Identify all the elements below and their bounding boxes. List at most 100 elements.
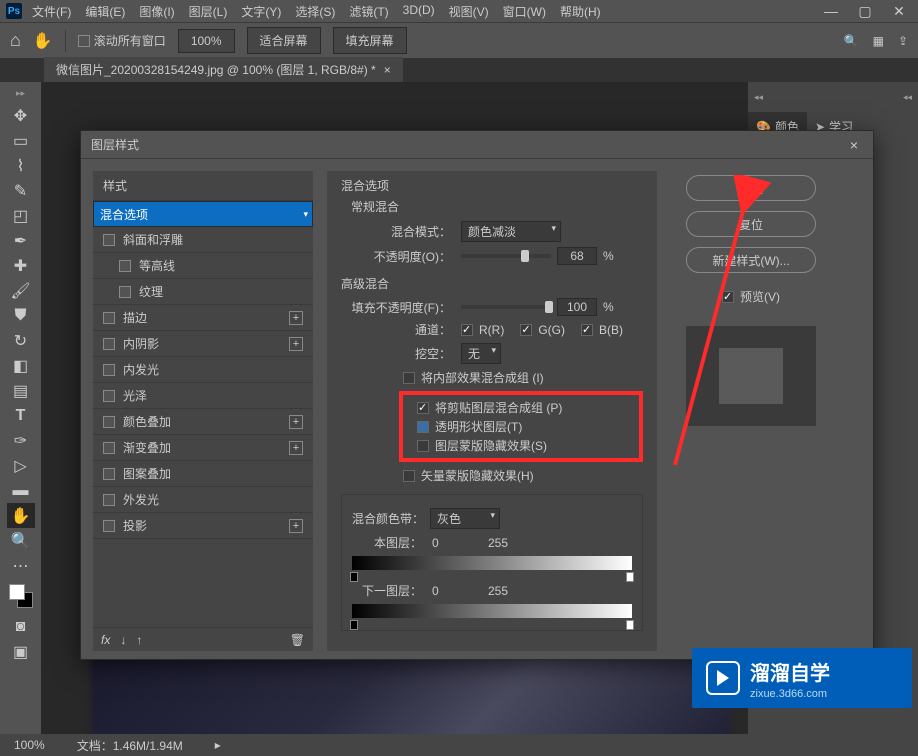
path-select-tool[interactable]: ▷ [7,453,35,478]
style-inner-shadow[interactable]: 内阴影+ [93,331,313,357]
fx-icon[interactable]: fx [101,633,110,647]
search-icon[interactable]: 🔍 [844,34,859,48]
style-drop-shadow[interactable]: 投影+ [93,513,313,539]
screen-mode[interactable]: ▣ [7,639,35,664]
home-icon[interactable]: ⌂ [10,30,21,51]
hand-tool-icon[interactable]: ✋ [33,31,53,51]
preview-check[interactable] [722,291,734,303]
style-outer-glow[interactable]: 外发光 [93,487,313,513]
quick-select-tool[interactable]: ✎ [7,178,35,203]
history-brush-tool[interactable]: ↻ [7,328,35,353]
scroll-all-check[interactable]: 滚动所有窗口 [78,32,166,49]
fill-opacity-input[interactable]: 100 [557,298,597,316]
menu-image[interactable]: 图像(I) [139,3,174,20]
menu-select[interactable]: 选择(S) [295,3,335,20]
gradient-tool[interactable]: ▤ [7,378,35,403]
zoom-level[interactable]: 100% [178,29,235,53]
healing-tool[interactable]: ✚ [7,253,35,278]
blend-interior-check[interactable] [403,372,415,384]
menu-window[interactable]: 窗口(W) [503,3,546,20]
style-bevel[interactable]: 斜面和浮雕 [93,227,313,253]
blend-mode-select[interactable]: 颜色减淡 [461,221,561,242]
arrow-up-icon[interactable]: ↑ [136,633,142,647]
status-more-icon[interactable]: ▸ [215,738,221,752]
add-icon[interactable]: + [289,311,303,325]
maximize-icon[interactable]: ▢ [858,4,872,18]
menu-layer[interactable]: 图层(L) [189,3,228,20]
eraser-tool[interactable]: ◧ [7,353,35,378]
close-icon[interactable]: ✕ [892,4,906,18]
style-stroke[interactable]: 描边+ [93,305,313,331]
document-tab[interactable]: 微信图片_20200328154249.jpg @ 100% (图层 1, RG… [44,57,403,82]
styles-header: 样式 [93,171,313,201]
arrow-down-icon[interactable]: ↓ [120,633,126,647]
lasso-tool[interactable]: ⌇ [7,153,35,178]
share-icon[interactable]: ⇪ [898,34,908,48]
trash-icon[interactable]: 🗑 [290,633,305,647]
this-layer-ramp[interactable] [352,556,632,570]
channel-b-check[interactable] [581,324,593,336]
marquee-tool[interactable]: ▭ [7,128,35,153]
quick-mask[interactable]: ◙ [7,614,35,639]
style-blending-options[interactable]: 混合选项 [93,201,313,227]
pen-tool[interactable]: ✑ [7,428,35,453]
menu-3d[interactable]: 3D(D) [403,3,435,20]
panel-collapse-icon[interactable]: ◂◂ [754,92,763,103]
brush-tool[interactable]: 🖌 [7,278,35,303]
style-inner-glow[interactable]: 内发光 [93,357,313,383]
knockout-select[interactable]: 无 [461,343,501,364]
channel-g-check[interactable] [520,324,532,336]
add-icon[interactable]: + [289,415,303,429]
zoom-tool[interactable]: 🔍 [7,528,35,553]
color-swatches[interactable] [9,584,33,608]
tab-bar: 微信图片_20200328154249.jpg @ 100% (图层 1, RG… [0,58,918,82]
style-texture[interactable]: 纹理 [93,279,313,305]
cancel-button[interactable]: 复位 [686,211,816,237]
menu-filter[interactable]: 滤镜(T) [349,3,388,20]
minimize-icon[interactable]: — [824,4,838,18]
vector-mask-check[interactable] [403,470,415,482]
tab-close-icon[interactable]: × [384,63,391,77]
style-satin[interactable]: 光泽 [93,383,313,409]
under-layer-ramp[interactable] [352,604,632,618]
crop-tool[interactable]: ◰ [7,203,35,228]
channel-r-check[interactable] [461,324,473,336]
hand-tool[interactable]: ✋ [7,503,35,528]
status-doc[interactable]: 文档：1.46M/1.94M [77,737,183,754]
add-icon[interactable]: + [289,519,303,533]
blend-clipped-check[interactable] [417,402,429,414]
type-tool[interactable]: T [7,403,35,428]
move-tool[interactable]: ✥ [7,103,35,128]
fill-opacity-slider[interactable] [461,305,551,309]
arrange-icon[interactable]: ▦ [873,34,884,48]
options-title: 混合选项 [341,177,643,194]
opacity-slider[interactable] [461,254,551,258]
eyedropper-tool[interactable]: ✒ [7,228,35,253]
menu-file[interactable]: 文件(F) [32,3,71,20]
menu-edit[interactable]: 编辑(E) [85,3,125,20]
menu-help[interactable]: 帮助(H) [560,3,601,20]
style-pattern-overlay[interactable]: 图案叠加 [93,461,313,487]
layer-mask-check[interactable] [417,440,429,452]
menu-view[interactable]: 视图(V) [449,3,489,20]
blend-if-select[interactable]: 灰色 [430,508,500,529]
menu-type[interactable]: 文字(Y) [241,3,281,20]
stamp-tool[interactable]: ⛊ [7,303,35,328]
dialog-close-icon[interactable]: × [845,137,863,153]
edit-toolbar[interactable]: ⋯ [7,553,35,578]
new-style-button[interactable]: 新建样式(W)... [686,247,816,273]
fill-screen-button[interactable]: 填充屏幕 [333,27,407,54]
transparency-shapes-check[interactable] [417,421,429,433]
toolbox-collapse-icon[interactable]: ▸▸ [16,88,25,99]
shape-tool[interactable]: ▬ [7,478,35,503]
style-gradient-overlay[interactable]: 渐变叠加+ [93,435,313,461]
panel-collapse-icon[interactable]: ◂◂ [903,92,912,103]
ok-button[interactable]: 确定 [686,175,816,201]
opacity-input[interactable]: 68 [557,247,597,265]
fit-screen-button[interactable]: 适合屏幕 [247,27,321,54]
style-contour[interactable]: 等高线 [93,253,313,279]
add-icon[interactable]: + [289,337,303,351]
status-zoom[interactable]: 100% [14,738,45,752]
add-icon[interactable]: + [289,441,303,455]
style-color-overlay[interactable]: 颜色叠加+ [93,409,313,435]
